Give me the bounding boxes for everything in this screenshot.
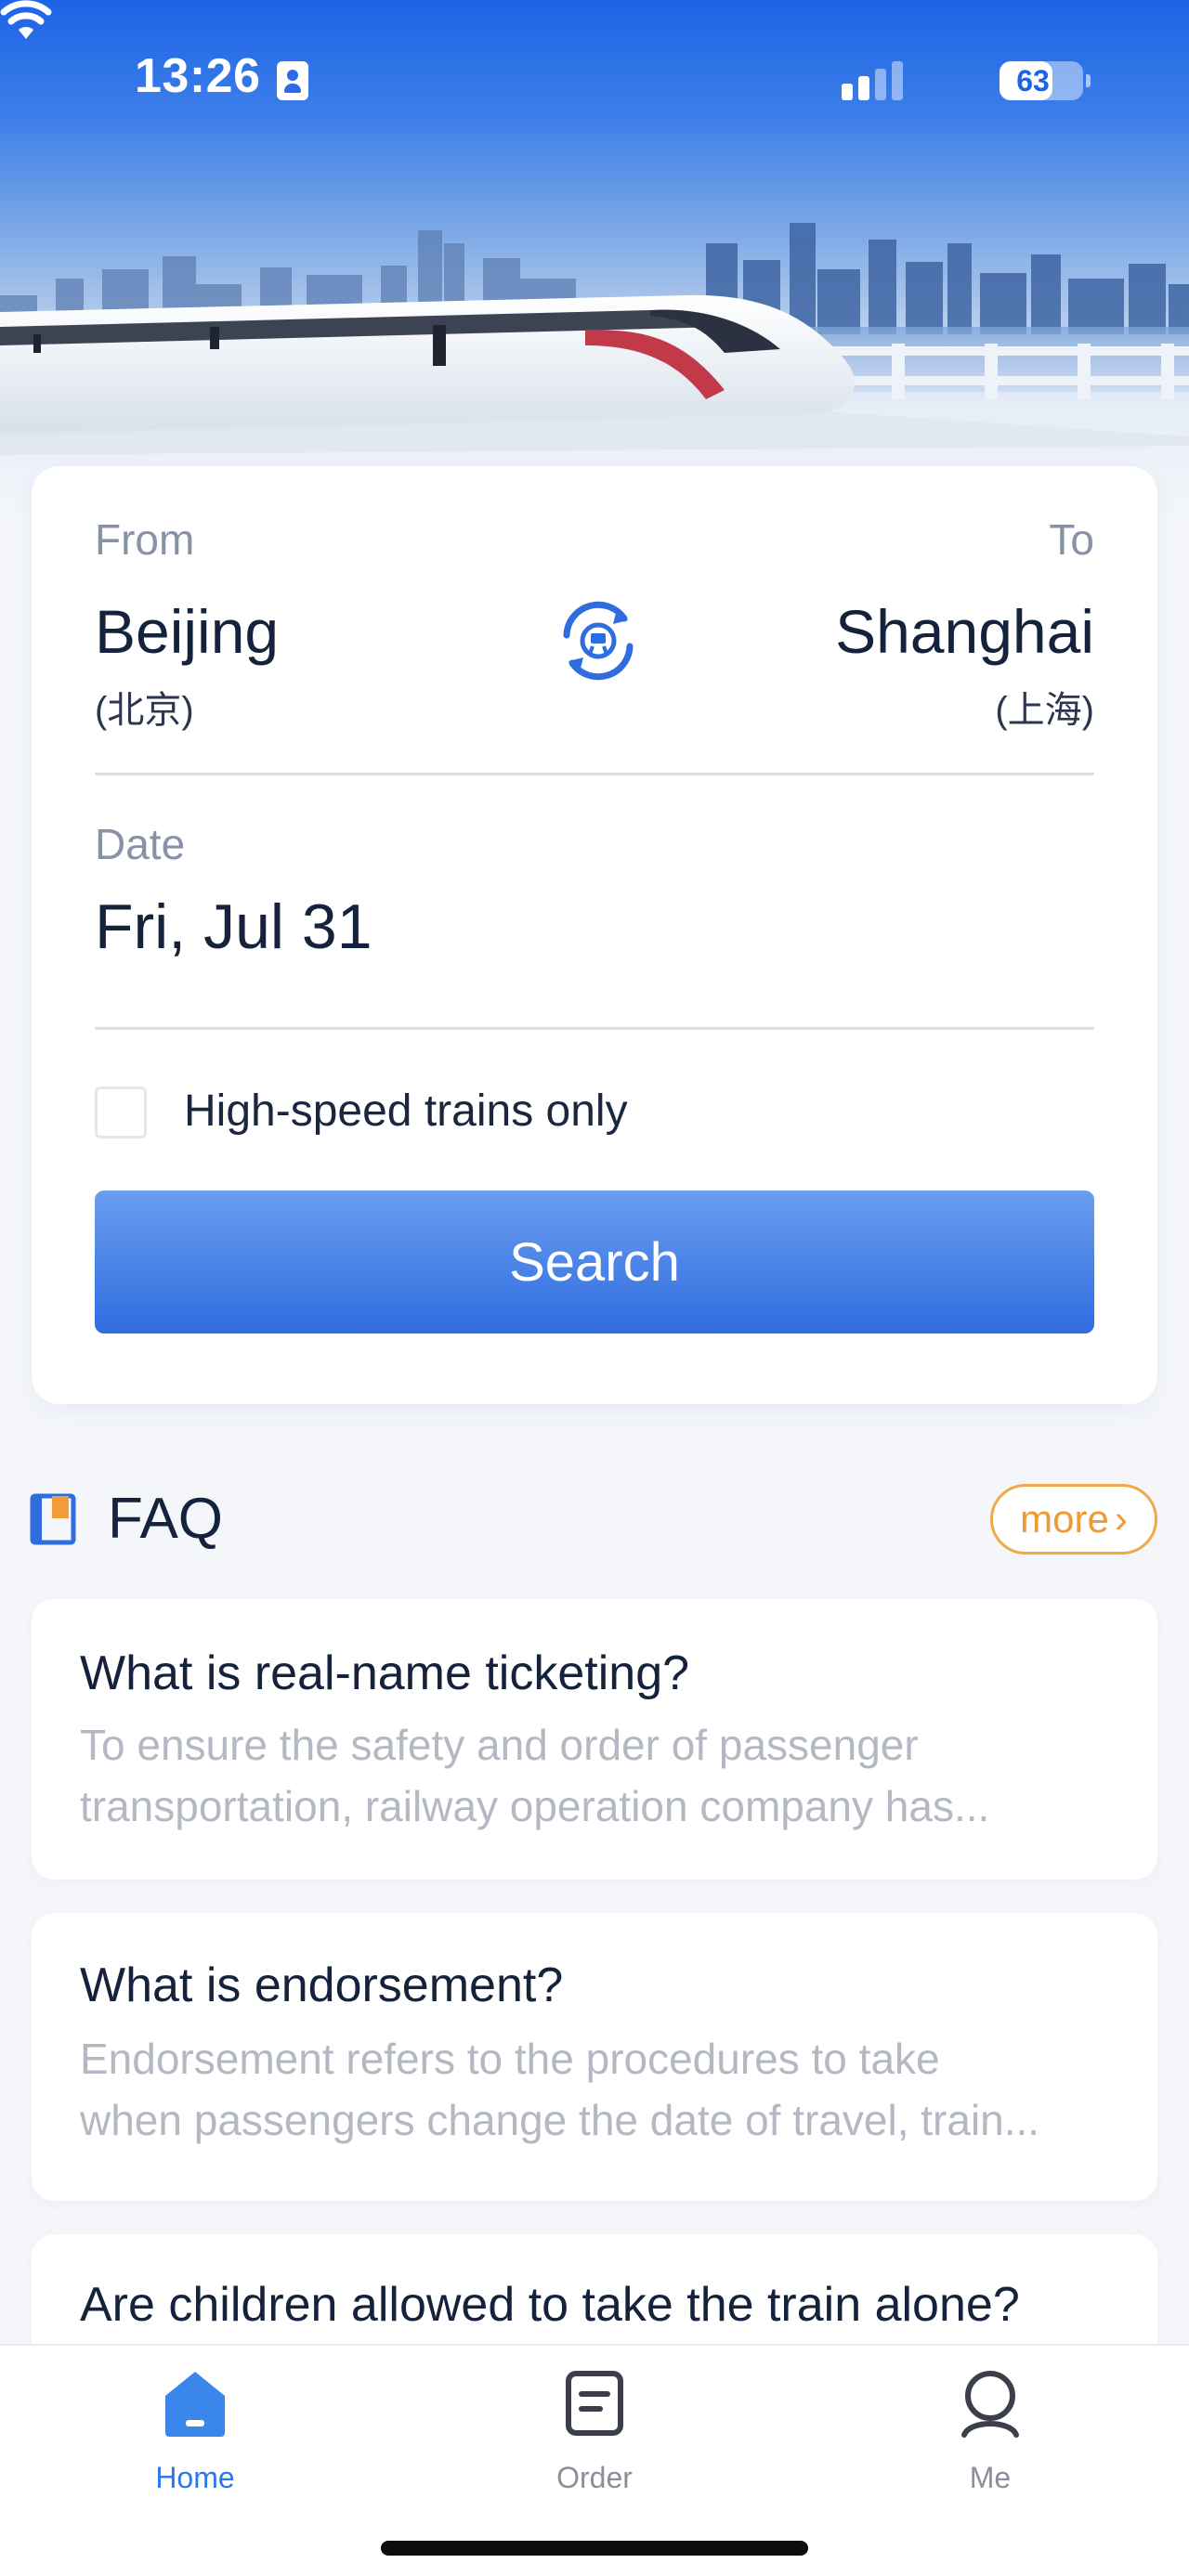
faq-question: Are children allowed to take the train a… [80,2278,1020,2332]
hero-banner: 13:26 63 [0,0,1189,520]
tab-home-label: Home [155,2461,235,2494]
faq-question: What is real-name ticketing? [80,1646,690,1700]
tab-order-label: Order [556,2461,633,2494]
cellular-signal-icon [842,61,905,100]
swap-train-icon [563,601,634,681]
chevron-right-icon: › [1114,1497,1128,1541]
tab-order[interactable]: Order [502,2346,687,2504]
faq-item[interactable]: What is real-name ticketing? To ensure t… [32,1599,1157,1880]
app-screen: 13:26 63 From To Beijing (北京) Shanghai (… [0,0,1189,2576]
faq-book-icon [30,1493,76,1545]
date-value[interactable]: Fri, Jul 31 [95,891,372,963]
date-label: Date [95,820,186,868]
tab-home[interactable]: Home [102,2346,288,2504]
tab-me-label: Me [969,2461,1012,2494]
home-indicator [381,2541,808,2556]
from-city[interactable]: Beijing [95,596,279,667]
status-bar-time: 13:26 [135,49,261,103]
swap-cities-button[interactable] [552,594,645,687]
faq-item[interactable]: What is endorsement? Endorsement refers … [32,1913,1157,2201]
faq-more-button[interactable]: more › [990,1484,1157,1555]
search-form-card: From To Beijing (北京) Shanghai (上海) Date … [32,466,1157,1404]
home-icon [165,2372,225,2437]
search-button[interactable]: Search [95,1190,1094,1334]
faq-answer-line: Endorsement refers to the procedures to … [80,2035,940,2083]
to-label: To [1049,515,1094,564]
to-city-local[interactable]: (上海) [995,680,1094,734]
profile-icon [961,2371,1019,2438]
battery-level: 63 [1016,64,1050,98]
faq-title: FAQ [108,1487,224,1551]
high-speed-checkbox[interactable] [95,1086,147,1138]
more-label: more [1020,1497,1109,1541]
high-speed-label[interactable]: High-speed trains only [184,1086,628,1137]
from-label: From [95,515,195,564]
cities-divider [95,773,1094,775]
faq-answer-line: when passengers change the date of trave… [80,2096,1040,2144]
wifi-icon [0,0,52,39]
order-icon [566,2371,623,2436]
faq-answer-line: transportation, railway operation compan… [80,1782,990,1830]
from-city-local[interactable]: (北京) [95,680,194,734]
to-city[interactable]: Shanghai [835,596,1094,667]
faq-question: What is endorsement? [80,1958,564,2012]
person-id-icon [277,61,308,100]
date-divider [95,1027,1094,1030]
faq-answer-line: To ensure the safety and order of passen… [80,1721,919,1769]
tab-me[interactable]: Me [897,2346,1083,2504]
battery-icon: 63 [1000,61,1091,100]
